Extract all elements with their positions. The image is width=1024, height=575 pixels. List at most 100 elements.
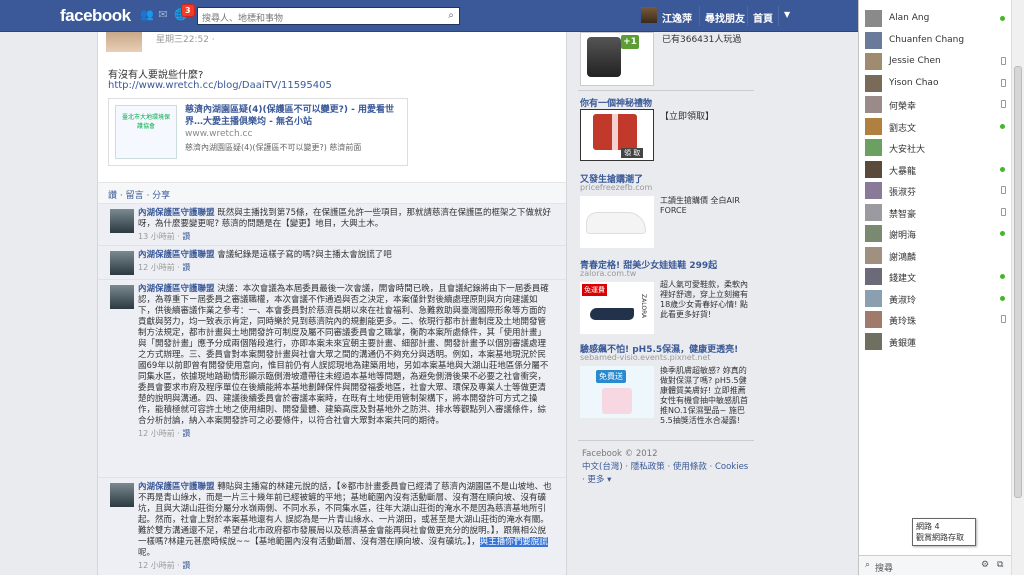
chat-friend-item[interactable]: 黃淑玲 [859,288,1009,309]
chat-friend-item[interactable]: 大暴龍 [859,159,1009,180]
network-tooltip: 網路 4 觀賞網路存取 [912,518,976,546]
gear-icon[interactable]: ⚙ [981,560,989,570]
friend-avatar [865,203,882,221]
comment-author[interactable]: 內湖保護區守護聯盟 [138,250,215,260]
chat-friend-item[interactable]: Chuanfen Chang [859,30,1009,51]
mobile-status-icon [1001,207,1006,216]
shoe-ad-image[interactable]: 免運費 ZALORA [580,282,654,334]
friend-name: 錢建文 [889,274,917,284]
friend-name: 禁智豪 [889,209,917,220]
link-preview-domain: www.wretch.cc [185,129,253,139]
friend-name: 大安社大 [889,145,926,155]
comment-text: 決議：本次會議為本屆委員最後一次會議，開會時間已晚，且會議紀錄將由下一屆委員確認… [138,284,549,426]
comment-author[interactable]: 內湖保護區守護聯盟 [138,208,215,218]
home-link[interactable]: 首頁 [753,10,773,25]
chat-friend-item[interactable]: 大安社大 [859,137,1009,158]
search-input[interactable]: 搜尋人、地標和事物 ⌕ [197,7,460,25]
chat-search-bar[interactable]: ⌕ 搜尋 ⚙ ⧉ [859,555,1011,575]
friend-avatar [865,53,882,70]
sneaker-icon [586,212,646,234]
friend-name: 大暴龍 [889,166,917,177]
comment-author[interactable]: 內湖保護區守護聯盟 [138,482,215,492]
account-menu-chevron-icon[interactable]: ▼ [784,10,790,19]
friend-avatar [865,10,882,27]
gift-ad-title[interactable]: 你有一個神秘禮物 [580,96,652,109]
chat-search-input[interactable]: 搜尋 [875,561,893,574]
post-link[interactable]: http://www.wretch.cc/blog/DaaiTV/1159540… [108,80,332,91]
skincare-ad-image[interactable]: 免費送 [580,366,654,418]
chat-friend-item[interactable]: 錢建文 [859,266,1009,287]
comment-like-link[interactable]: 讚 [182,429,190,438]
friend-requests-icon[interactable]: 👥 [140,9,154,21]
post-author-avatar[interactable] [106,32,142,52]
friend-name: 張淑芬 [889,188,917,198]
popout-icon[interactable]: ⧉ [997,560,1003,570]
ad-domain: zalora.com.tw [580,269,637,278]
online-status-icon [1000,274,1005,279]
facebook-logo[interactable]: facebook [60,6,131,26]
friend-name: Jessie Chen [889,56,941,66]
link-preview-title[interactable]: 慈濟內湖園區疑(4)(保護區不可以變更?) - 用愛看世界…大愛主播俱樂均 - … [185,104,405,128]
commenter-avatar[interactable] [110,251,134,275]
chat-friend-item[interactable]: Alan Ang [859,8,1009,29]
messages-icon[interactable]: ✉ [157,9,169,21]
divider [578,90,754,91]
chat-friend-item[interactable]: 謝鴻麟 [859,245,1009,266]
chat-friend-item[interactable]: 謝明海 [859,223,1009,244]
post-actions[interactable]: 讚 · 留言 · 分享 [98,182,566,204]
comment-like-link[interactable]: 讚 [182,561,190,570]
comment-meta: 12 小時前 · 讚 [138,263,191,272]
like-comment-share-links[interactable]: 讚 · 留言 · 分享 [108,191,170,201]
chat-scrollbar[interactable] [1011,0,1024,575]
chat-friend-item[interactable]: 何榮幸 [859,94,1009,115]
claim-button[interactable]: 領 取 [621,148,644,158]
gift-ad-image[interactable]: 領 取 [580,109,654,161]
user-avatar[interactable] [641,7,657,23]
footer: Facebook © 2012 中文(台灣) · 隱私政策 · 使用條款 · C… [582,448,758,487]
link-preview-description: 慈濟內湖園區疑(4)(保護區不可以變更?) 慈濟前面 [185,143,362,152]
online-status-icon [1000,166,1005,172]
scrollbar-thumb[interactable] [1014,66,1022,498]
search-placeholder: 搜尋人、地標和事物 [202,14,284,24]
chat-friend-item[interactable]: 禁智豪 [859,202,1009,223]
game-app-thumbnail[interactable]: +1 [580,32,654,86]
post-timestamp[interactable]: 星期三22:52 · [156,32,215,45]
sneaker-ad-image[interactable] [580,196,654,248]
comment-like-link[interactable]: 讚 [182,263,190,272]
comment-list: 內湖保護區守護聯盟 既然與主播找到第75條，在保護區允許一些項目，那就請慈濟在保… [98,204,566,575]
mobile-status-icon [1001,57,1006,65]
search-icon: ⌕ [865,560,871,570]
free-gift-badge: 免費送 [596,370,626,383]
friend-avatar [865,74,882,92]
comment-like-link[interactable]: 讚 [182,232,190,241]
friend-name: 劉志文 [889,123,917,134]
chat-friend-item[interactable]: 黃銀蓮 [859,331,1009,352]
friend-name: 謝明海 [889,231,917,241]
commenter-avatar[interactable] [110,285,134,309]
commenter-avatar[interactable] [110,209,134,233]
chat-friend-item[interactable]: 劉志文 [859,116,1009,137]
commenter-avatar[interactable] [110,483,134,507]
chat-friend-item[interactable]: Jessie Chen [859,51,1009,72]
chat-friend-item[interactable]: 張淑芬 [859,180,1009,201]
friend-name: 黃玲珠 [889,317,917,327]
footer-more-link[interactable]: · 更多 ▾ [582,475,611,485]
comment-author[interactable]: 內湖保護區守護聯盟 [138,284,215,294]
chat-friend-item[interactable]: Yison Chao [859,73,1009,94]
game-character-icon [587,37,621,77]
friend-avatar [865,268,882,285]
find-friends-link[interactable]: 尋找朋友 [705,10,745,25]
brand-label: ZALORA [640,294,647,319]
product-pack-icon [602,388,632,414]
link-preview-card[interactable]: 臺北市大地環境保護協會 慈濟內湖園區疑(4)(保護區不可以變更?) - 用愛看世… [108,98,408,166]
friend-name: 謝鴻麟 [889,252,917,263]
footer-links[interactable]: 中文(台灣) · 隱私政策 · 使用條款 · Cookies [582,462,748,472]
online-status-icon [1000,231,1005,236]
search-icon[interactable]: ⌕ [445,10,457,22]
ad-description: 工讀生搶購價 全白AIR FORCE [660,196,740,215]
gift-claim-text[interactable]: 【立即領取】 [660,109,714,122]
chat-friend-item[interactable]: 黃玲珠 [859,309,1009,330]
profile-link[interactable]: 江逸萍 [662,10,692,25]
friend-avatar [865,225,882,242]
link-preview-thumbnail[interactable]: 臺北市大地環境保護協會 [115,105,177,159]
